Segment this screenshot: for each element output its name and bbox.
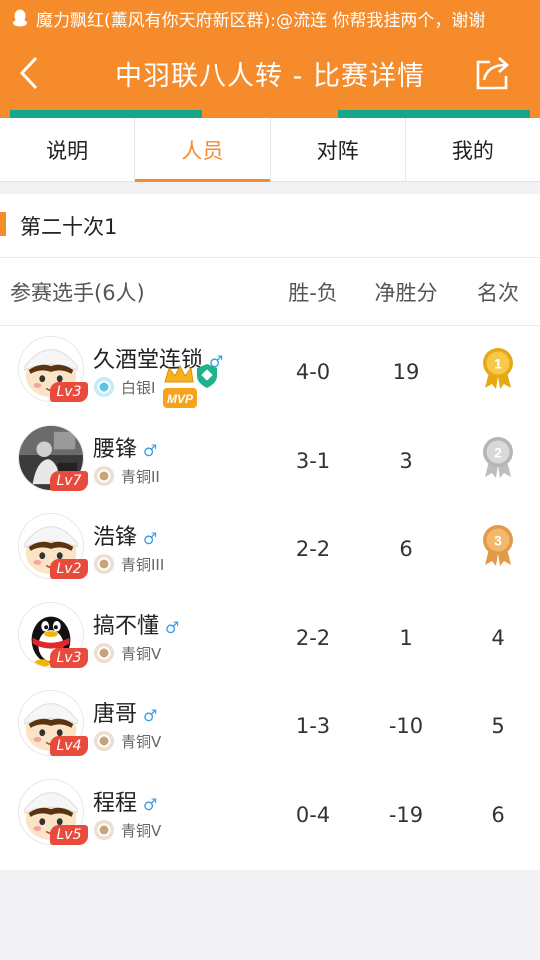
nav-bar: 中羽联八人转 - 比赛详情 <box>0 36 540 110</box>
tier-label: 青铜V <box>121 821 162 840</box>
share-icon[interactable] <box>474 54 512 92</box>
player-row[interactable]: Lv5 程程 ♂ 青铜V 0-4 -19 6 <box>0 769 540 857</box>
qq-notification-icon <box>13 9 27 27</box>
rank-value: 5 <box>491 714 505 738</box>
male-gender-icon: ♂ <box>143 706 158 725</box>
mvp-label: MVP <box>167 392 194 406</box>
level-badge: Lv2 <box>50 559 88 579</box>
player-row[interactable]: Lv3 搞不懂 ♂ 青铜V 2-2 1 4 <box>0 592 540 680</box>
net-points-value: 19 <box>392 360 420 384</box>
tier-line: 青铜V <box>93 642 161 664</box>
section-marker <box>0 212 6 236</box>
crown-icon <box>164 364 194 383</box>
win-loss-value: 3-1 <box>295 449 331 473</box>
bronze-medal-icon: 3 <box>479 523 517 567</box>
tab-mine[interactable]: 我的 <box>406 118 540 181</box>
shield-badge-icon <box>197 364 217 388</box>
header-net-points: 净胜分 <box>374 280 438 305</box>
mvp-badge: MVP <box>163 388 197 408</box>
level-badge: Lv5 <box>50 825 88 845</box>
rank-value: 6 <box>491 803 505 827</box>
win-loss-value: 2-2 <box>295 626 331 650</box>
tier-line: 青铜V <box>93 819 161 841</box>
header-players: 参赛选手(6人) <box>10 280 145 305</box>
net-points-value: -19 <box>388 803 424 827</box>
tier-icon <box>93 730 115 752</box>
win-loss-value: 4-0 <box>295 360 331 384</box>
level-badge: Lv7 <box>50 471 88 491</box>
achievement-badges: MVP <box>163 362 223 410</box>
page-title: 中羽联八人转 - 比赛详情 <box>115 60 425 92</box>
decor-bar-right <box>338 110 530 118</box>
player-name-line: 搞不懂 ♂ <box>93 608 179 640</box>
tier-icon <box>93 819 115 841</box>
net-points-value: 3 <box>399 449 413 473</box>
header-rank: 名次 <box>477 280 519 305</box>
player-name-line: 程程 ♂ <box>93 785 157 817</box>
player-name: 程程 <box>93 791 138 816</box>
notification-text: 魔力飘红(薰风有你天府新区群):@流连 你帮我挂两个，谢谢 <box>36 10 486 31</box>
notification-bar[interactable]: 魔力飘红(薰风有你天府新区群):@流连 你帮我挂两个，谢谢 <box>0 0 540 36</box>
male-gender-icon: ♂ <box>143 441 158 460</box>
tier-label: 青铜II <box>121 467 160 486</box>
player-row[interactable]: Lv2 浩锋 ♂ 青铜III 2-2 6 3 <box>0 503 540 591</box>
level-badge: Lv3 <box>50 648 88 668</box>
tier-line: 青铜II <box>93 465 160 487</box>
tab-matchups[interactable]: 对阵 <box>271 118 406 181</box>
section-header: 第二十次1 <box>0 194 540 258</box>
rank-value: 4 <box>491 626 505 650</box>
decor-bar-left <box>10 110 202 118</box>
player-name: 唐哥 <box>93 702 138 727</box>
player-name: 腰锋 <box>93 437 138 462</box>
svg-text:2: 2 <box>494 445 502 461</box>
player-name: 浩锋 <box>93 525 138 550</box>
svg-text:1: 1 <box>494 356 502 372</box>
player-row[interactable]: Lv3 久酒堂连锁 ♂ 白银I 4-0 19 1 MVP <box>0 326 540 414</box>
net-points-value: -10 <box>388 714 424 738</box>
svg-text:3: 3 <box>494 533 502 549</box>
male-gender-icon: ♂ <box>165 618 180 637</box>
win-loss-value: 0-4 <box>295 803 331 827</box>
net-points-value: 6 <box>399 537 413 561</box>
tab-description[interactable]: 说明 <box>0 118 136 181</box>
tier-icon <box>93 553 115 575</box>
player-row[interactable]: Lv7 腰锋 ♂ 青铜II 3-1 3 2 <box>0 415 540 503</box>
player-name-line: 唐哥 ♂ <box>93 696 157 728</box>
section-title: 第二十次1 <box>20 214 118 239</box>
app-header: 魔力飘红(薰风有你天府新区群):@流连 你帮我挂两个，谢谢 中羽联八人转 - 比… <box>0 0 540 118</box>
tab-bar: 说明 人员 对阵 我的 <box>0 118 540 182</box>
player-name-line: 腰锋 ♂ <box>93 431 157 463</box>
back-arrow-icon[interactable] <box>14 54 48 92</box>
header-win-loss: 胜-负 <box>288 280 338 305</box>
tier-label: 青铜III <box>121 555 165 574</box>
level-badge: Lv3 <box>50 382 88 402</box>
tab-players[interactable]: 人员 <box>135 118 271 182</box>
level-badge: Lv4 <box>50 736 88 756</box>
players-card: 第二十次1 参赛选手(6人) 胜-负 净胜分 名次 Lv3 久酒堂连锁 ♂ 白银I… <box>0 194 540 870</box>
male-gender-icon: ♂ <box>143 529 158 548</box>
tier-label: 青铜V <box>121 644 162 663</box>
tier-label: 青铜V <box>121 732 162 751</box>
male-gender-icon: ♂ <box>143 795 158 814</box>
player-name: 搞不懂 <box>93 614 160 639</box>
silver-medal-icon: 2 <box>479 435 517 479</box>
tier-icon <box>93 642 115 664</box>
tier-icon <box>93 376 115 398</box>
tier-icon <box>93 465 115 487</box>
tier-label: 白银I <box>121 378 156 397</box>
player-row[interactable]: Lv4 唐哥 ♂ 青铜V 1-3 -10 5 <box>0 680 540 768</box>
player-name-line: 浩锋 ♂ <box>93 519 157 551</box>
table-header: 参赛选手(6人) 胜-负 净胜分 名次 <box>0 258 540 326</box>
tier-line: 白银I <box>93 376 155 398</box>
tier-line: 青铜V <box>93 730 161 752</box>
win-loss-value: 2-2 <box>295 537 331 561</box>
win-loss-value: 1-3 <box>295 714 331 738</box>
net-points-value: 1 <box>399 626 413 650</box>
gold-medal-icon: 1 <box>479 346 517 390</box>
tier-line: 青铜III <box>93 553 164 575</box>
